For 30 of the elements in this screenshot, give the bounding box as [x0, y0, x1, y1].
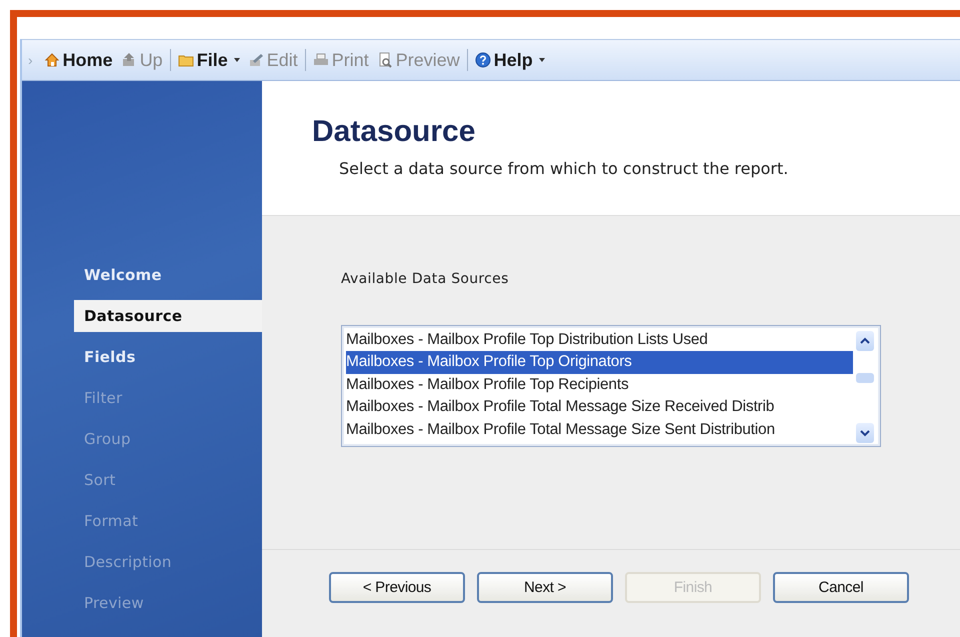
- caret-icon: [234, 58, 240, 62]
- list-item[interactable]: Mailboxes - Mailbox Profile Top Distribution Lists Used: [346, 329, 853, 352]
- caret-icon: [538, 58, 545, 62]
- list-item[interactable]: Mailboxes - Mailbox Profile Top Recipients: [346, 374, 853, 396]
- wizard-button[interactable]: Next >: [477, 572, 613, 603]
- list-item[interactable]: Mailboxes - Mailbox Profile Total Message Size Received Distrib: [346, 396, 853, 419]
- list-label: Available Data Sources: [341, 271, 510, 287]
- data-source-list[interactable]: [341, 325, 881, 447]
- printer-icon: [312, 52, 329, 68]
- list-item[interactable]: Mailboxes - Mailbox Profile Top Originators: [346, 351, 853, 374]
- page-title: Datasource: [312, 115, 476, 149]
- toolbar-button[interactable]: Home: [40, 48, 116, 72]
- list-item[interactable]: Mailboxes - Mailbox Profile Total Message Size Sent Distribution: [346, 418, 853, 441]
- nav-item[interactable]: Fields: [22, 341, 262, 373]
- pencil-icon: [248, 52, 264, 68]
- scroll-thumb[interactable]: [856, 373, 874, 383]
- help-icon: [474, 52, 491, 68]
- scrollbar[interactable]: [853, 329, 877, 443]
- toolbar-button[interactable]: File: [174, 48, 243, 72]
- scroll-down-icon[interactable]: [856, 423, 874, 443]
- wizard-button[interactable]: < Previous: [329, 572, 465, 603]
- nav-item[interactable]: Datasource: [74, 300, 262, 332]
- page-subtitle: Select a data source from which to construct the report.: [339, 159, 790, 178]
- scroll-up-icon[interactable]: [856, 331, 874, 351]
- house-icon: [44, 52, 60, 68]
- wizard-button[interactable]: Cancel: [773, 572, 909, 603]
- toolbar-button[interactable]: Help: [472, 48, 548, 72]
- box-arrow-icon: [120, 52, 137, 68]
- nav-item[interactable]: Welcome: [22, 259, 262, 291]
- magnifier-page-icon: [376, 52, 393, 68]
